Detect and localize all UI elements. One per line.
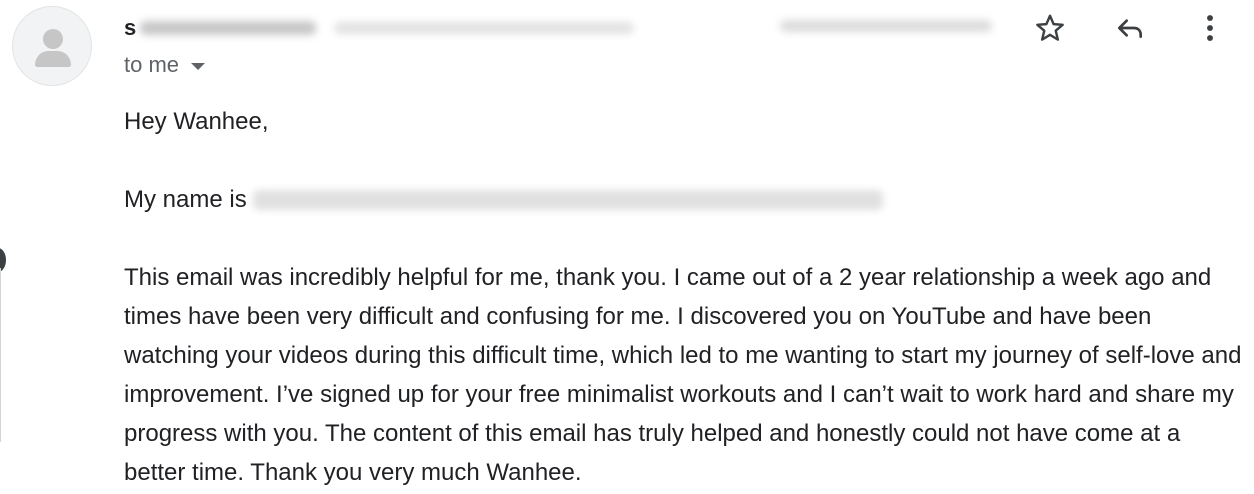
redacted-sender-name xyxy=(140,21,317,35)
star-icon xyxy=(1036,14,1064,41)
reply-button[interactable] xyxy=(1112,10,1148,46)
reply-icon xyxy=(1118,19,1142,38)
email-intro-prefix: My name is xyxy=(124,186,247,213)
redacted-timestamp xyxy=(780,20,992,32)
recipient-details-toggle[interactable]: to me xyxy=(124,52,206,78)
email-greeting: Hey Wanhee, xyxy=(124,108,269,135)
side-panel-divider xyxy=(0,268,1,442)
star-button[interactable] xyxy=(1032,10,1068,46)
avatar-person-icon xyxy=(43,29,63,49)
more-vert-icon xyxy=(1207,15,1213,41)
avatar-person-body xyxy=(35,51,71,67)
sender-avatar[interactable] xyxy=(12,6,92,86)
email-intro-line: My name is xyxy=(124,184,1244,216)
sender-name[interactable]: s xyxy=(124,15,136,41)
recipient-label: to me xyxy=(124,52,180,77)
more-options-button[interactable] xyxy=(1192,10,1228,46)
email-body-paragraph: This email was incredibly helpful for me… xyxy=(124,264,1242,486)
redacted-sender-email xyxy=(334,22,635,34)
sender-line: s xyxy=(124,14,635,42)
caret-down-icon xyxy=(191,62,206,70)
redacted-intro-text xyxy=(252,190,883,210)
